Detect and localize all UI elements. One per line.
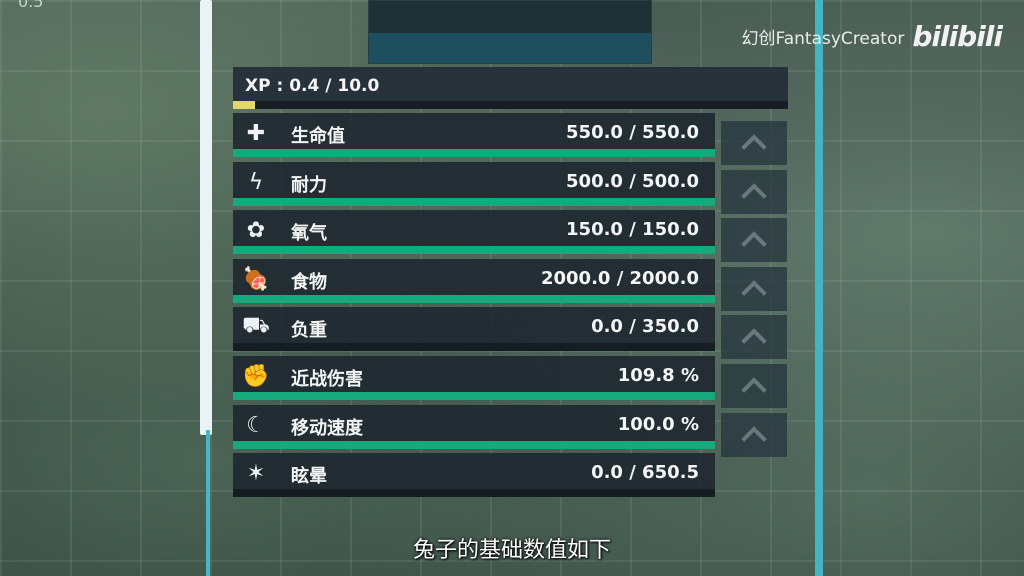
- stat-name: 眩晕: [291, 466, 327, 487]
- stat-value: 150.0 / 150.0: [566, 219, 699, 240]
- stat-value: 100.0 %: [617, 414, 699, 435]
- stat-value: 550.0 / 550.0: [566, 122, 699, 143]
- stat-name: 耐力: [291, 175, 327, 196]
- stat-upgrade-button[interactable]: [721, 121, 787, 165]
- stat-fill: [233, 246, 715, 254]
- xp-bar: XP : 0.4 / 10.0: [233, 67, 788, 109]
- stat-row: ✚ 生命值 550.0 / 550.0: [233, 113, 715, 157]
- stat-value: 0.0 / 350.0: [591, 316, 699, 337]
- chevron-up-icon: [741, 231, 767, 257]
- stat-fill: [233, 441, 715, 449]
- stat-value: 500.0 / 500.0: [566, 171, 699, 192]
- left-frame-bar: [200, 0, 212, 435]
- stat-upgrade-button[interactable]: [721, 267, 787, 311]
- stat-value: 109.8 %: [617, 365, 699, 386]
- chevron-up-icon: [741, 426, 767, 452]
- stat-track: [233, 392, 715, 400]
- stat-name: 负重: [291, 320, 327, 341]
- chevron-up-icon: [741, 134, 767, 160]
- stamina-bolt-icon: ϟ: [248, 169, 264, 195]
- chevron-up-icon: [741, 280, 767, 306]
- stat-upgrade-button[interactable]: [721, 413, 787, 457]
- weight-icon: ⛟: [242, 313, 270, 338]
- stat-track: [233, 295, 715, 303]
- stat-name: 食物: [291, 272, 327, 293]
- stat-name: 氧气: [291, 223, 327, 244]
- stat-upgrade-button[interactable]: [721, 364, 787, 408]
- stat-track: [233, 489, 715, 497]
- stat-name: 生命值: [291, 126, 345, 147]
- stat-row: ϟ 耐力 500.0 / 500.0: [233, 162, 715, 206]
- stat-fill: [233, 392, 715, 400]
- stat-track: [233, 343, 715, 351]
- stat-fill: [233, 295, 715, 303]
- top-portrait-box-strip: [369, 33, 651, 63]
- subtitle-caption: 兔子的基础数值如下: [412, 538, 611, 563]
- stat-row: 🍖 食物 2000.0 / 2000.0: [233, 259, 715, 303]
- stat-name: 移动速度: [291, 418, 363, 439]
- chevron-up-icon: [741, 183, 767, 209]
- stat-upgrade-button[interactable]: [721, 315, 787, 359]
- movement-speed-icon: ☾: [246, 412, 266, 438]
- stat-row: ⛟ 负重 0.0 / 350.0: [233, 307, 715, 351]
- right-frame-bar: [815, 0, 823, 576]
- stat-row: ✿ 氧气 150.0 / 150.0: [233, 210, 715, 254]
- stat-row: ✶ 眩晕 0.0 / 650.5: [233, 453, 715, 497]
- xp-track: [233, 101, 788, 109]
- stat-fill: [233, 149, 715, 157]
- torpor-stars-icon: ✶: [246, 460, 266, 486]
- xp-fill: [233, 101, 256, 109]
- food-meat-icon: 🍖: [242, 266, 270, 292]
- watermark: 幻创FantasyCreator bilibili: [742, 20, 1003, 53]
- stat-name: 近战伤害: [291, 369, 363, 390]
- stat-row: ✊ 近战伤害 109.8 %: [233, 356, 715, 400]
- stat-track: [233, 246, 715, 254]
- bilibili-logo: bilibili: [912, 20, 1003, 53]
- melee-fist-icon: ✊: [242, 363, 270, 389]
- chevron-up-icon: [741, 328, 767, 354]
- stat-value: 2000.0 / 2000.0: [540, 268, 699, 289]
- watermark-text: 幻创FantasyCreator: [741, 29, 905, 49]
- stat-upgrade-button[interactable]: [721, 218, 787, 262]
- stat-upgrade-button[interactable]: [721, 170, 787, 214]
- stat-track: [233, 149, 715, 157]
- stat-fill: [233, 198, 715, 206]
- xp-label: XP : 0.4 / 10.0: [245, 76, 380, 96]
- stat-value: 0.0 / 650.5: [591, 462, 699, 483]
- oxygen-bubbles-icon: ✿: [246, 217, 266, 243]
- top-portrait-box: [368, 0, 652, 64]
- health-cross-icon: ✚: [246, 120, 266, 146]
- stat-track: [233, 441, 715, 449]
- chevron-up-icon: [741, 377, 767, 403]
- stat-row: ☾ 移动速度 100.0 %: [233, 405, 715, 449]
- corner-number: 0.5: [18, 0, 44, 11]
- stat-track: [233, 198, 715, 206]
